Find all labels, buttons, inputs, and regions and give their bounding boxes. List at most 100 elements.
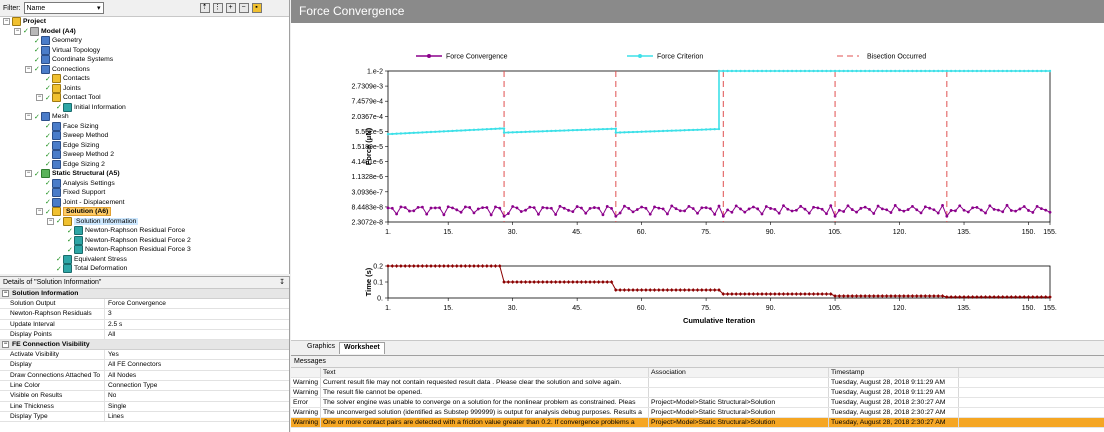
force-convergence-point: [803, 207, 807, 211]
expander-icon[interactable]: −: [25, 170, 32, 178]
force-convergence-point: [455, 208, 459, 212]
expander-icon[interactable]: −: [47, 217, 54, 225]
message-row[interactable]: Warning Current result file may not conta…: [291, 378, 1104, 388]
tree-item[interactable]: ✓ Edge Sizing 2: [36, 159, 105, 170]
tree-item[interactable]: − ✓ Model (A4): [14, 26, 76, 37]
details-value[interactable]: 2.5 s: [105, 320, 122, 329]
force-convergence-point: [760, 212, 764, 216]
column-header[interactable]: Timestamp: [829, 368, 959, 377]
expand-icon[interactable]: +: [225, 3, 236, 13]
details-row[interactable]: Display All FE Connectors: [0, 360, 289, 371]
details-group-header[interactable]: − FE Connection Visibility: [0, 340, 289, 351]
tree-item[interactable]: ✓ Newton-Raphson Residual Force: [58, 226, 185, 236]
message-row[interactable]: Error The solver engine was unable to con…: [291, 398, 1104, 408]
details-value[interactable]: Lines: [105, 412, 124, 421]
tree-item[interactable]: − Project: [3, 17, 46, 27]
tree-nodes-icon[interactable]: ⋮: [212, 3, 223, 13]
tree-item[interactable]: ✓ Initial Information: [47, 102, 126, 113]
details-value[interactable]: 3: [105, 309, 112, 318]
column-header[interactable]: Text: [321, 368, 649, 377]
tree-item[interactable]: ✓ Contacts: [36, 74, 90, 84]
details-value[interactable]: All FE Connectors: [105, 360, 161, 369]
tree-item[interactable]: − ✓ Mesh: [25, 112, 69, 122]
force-convergence-point: [438, 206, 441, 210]
folder-icon[interactable]: ▪: [251, 3, 262, 13]
tree-item[interactable]: ✓ Analysis Settings: [36, 178, 115, 189]
details-row[interactable]: Display Type Lines: [0, 411, 289, 423]
force-convergence-point: [429, 206, 433, 210]
collapse-icon[interactable]: −: [2, 341, 9, 349]
tab-worksheet[interactable]: Worksheet: [339, 342, 385, 354]
tree-item[interactable]: ✓ Fixed Support: [36, 188, 105, 198]
column-header[interactable]: [291, 368, 321, 377]
force-criterion-point: [722, 69, 725, 73]
details-row[interactable]: Line Color Connection Type: [0, 381, 289, 392]
tree-item[interactable]: ✓ Edge Sizing: [36, 140, 99, 151]
expander-icon[interactable]: −: [36, 208, 43, 216]
force-criterion-point: [670, 129, 673, 132]
tree-item[interactable]: ✓ Joint - Displacement: [36, 197, 125, 208]
tree-item[interactable]: − ✓ Contact Tool: [36, 93, 101, 103]
force-criterion-point: [726, 69, 729, 73]
tree-item[interactable]: − ✓ Solution (A6): [36, 207, 112, 217]
filter-dropdown[interactable]: Name ▾: [23, 2, 104, 14]
tree-item[interactable]: − ✓ Static Structural (A5): [25, 169, 120, 179]
details-row[interactable]: Update Interval 2.5 s: [0, 319, 289, 330]
message-time: Tuesday, August 28, 2018 9:11:29 AM: [829, 378, 959, 387]
tree-item[interactable]: ✓ Coordinate Systems: [25, 55, 113, 65]
tree-item[interactable]: ✓ Face Sizing: [36, 121, 99, 132]
tab-graphics[interactable]: Graphics: [303, 342, 339, 354]
details-row[interactable]: Visible on Results No: [0, 391, 289, 402]
details-row[interactable]: Solution Output Force Convergence: [0, 299, 289, 310]
expander-icon[interactable]: −: [3, 18, 10, 26]
details-row[interactable]: Newton-Raphson Residuals 3: [0, 309, 289, 320]
tree-item[interactable]: ✓ Newton-Raphson Residual Force 3: [58, 245, 191, 255]
tree-item[interactable]: ✓ Sweep Method: [36, 131, 108, 141]
force-criterion-point: [683, 129, 686, 132]
status-check-icon: ✓: [67, 227, 73, 235]
expander-icon[interactable]: −: [25, 113, 32, 121]
tree-item[interactable]: ✓ Sweep Method 2: [36, 150, 114, 160]
pin-icon[interactable]: ↧: [279, 277, 285, 288]
details-group-header[interactable]: − Solution Information: [0, 289, 289, 299]
expander-icon[interactable]: −: [14, 27, 21, 35]
expander-icon[interactable]: −: [36, 94, 43, 102]
details-row[interactable]: Line Thickness Single: [0, 401, 289, 412]
details-value[interactable]: Connection Type: [105, 381, 157, 390]
tree-item[interactable]: ✓ Equivalent Stress: [47, 254, 127, 265]
details-value[interactable]: Force Convergence: [105, 299, 166, 308]
legend-label: Force Convergence: [446, 54, 508, 61]
tree-item[interactable]: ✓ Geometry: [25, 36, 82, 46]
details-value[interactable]: All: [105, 330, 115, 339]
details-value[interactable]: No: [105, 391, 116, 400]
tree-item[interactable]: − ✓ Solution Information: [47, 216, 139, 227]
force-convergence-point: [997, 208, 1000, 212]
collapse-icon[interactable]: −: [238, 3, 249, 13]
details-row[interactable]: Draw Connections Attached To All Nodes: [0, 370, 289, 382]
tree-item[interactable]: − ✓ Connections: [25, 64, 90, 75]
message-row[interactable]: Warning One or more contact pairs are de…: [291, 418, 1104, 428]
tree-item[interactable]: ✓ Virtual Topology: [25, 45, 100, 56]
expander-icon[interactable]: −: [25, 65, 32, 73]
force-convergence-point: [1001, 210, 1005, 214]
tree-node-icon: [74, 235, 83, 245]
collapse-icon[interactable]: −: [2, 290, 9, 297]
tree-item[interactable]: ✓ Newton-Raphson Residual Force 2: [58, 235, 191, 246]
force-convergence-point: [442, 213, 446, 217]
force-criterion-point: [649, 130, 652, 133]
details-value[interactable]: Single: [105, 402, 126, 411]
details-value[interactable]: All Nodes: [105, 371, 136, 380]
column-header[interactable]: Association: [649, 368, 829, 377]
force-convergence-point: [1031, 211, 1035, 214]
tree-item-label: Joint - Displacement: [63, 198, 125, 206]
tree-item[interactable]: ✓ Total Deformation: [47, 264, 127, 274]
expand-all-icon[interactable]: ⇡: [199, 3, 210, 13]
details-row[interactable]: Display Points All: [0, 329, 289, 341]
force-convergence-point: [390, 206, 394, 210]
details-value[interactable]: Yes: [105, 350, 119, 359]
message-row[interactable]: Warning The unconverged solution (identif…: [291, 408, 1104, 418]
details-title: Details of "Solution Information": [3, 279, 102, 286]
message-row[interactable]: Warning The result file cannot be opened.…: [291, 388, 1104, 398]
details-row[interactable]: Activate Visibility Yes: [0, 350, 289, 361]
tree-item[interactable]: ✓ Joints: [36, 83, 81, 94]
